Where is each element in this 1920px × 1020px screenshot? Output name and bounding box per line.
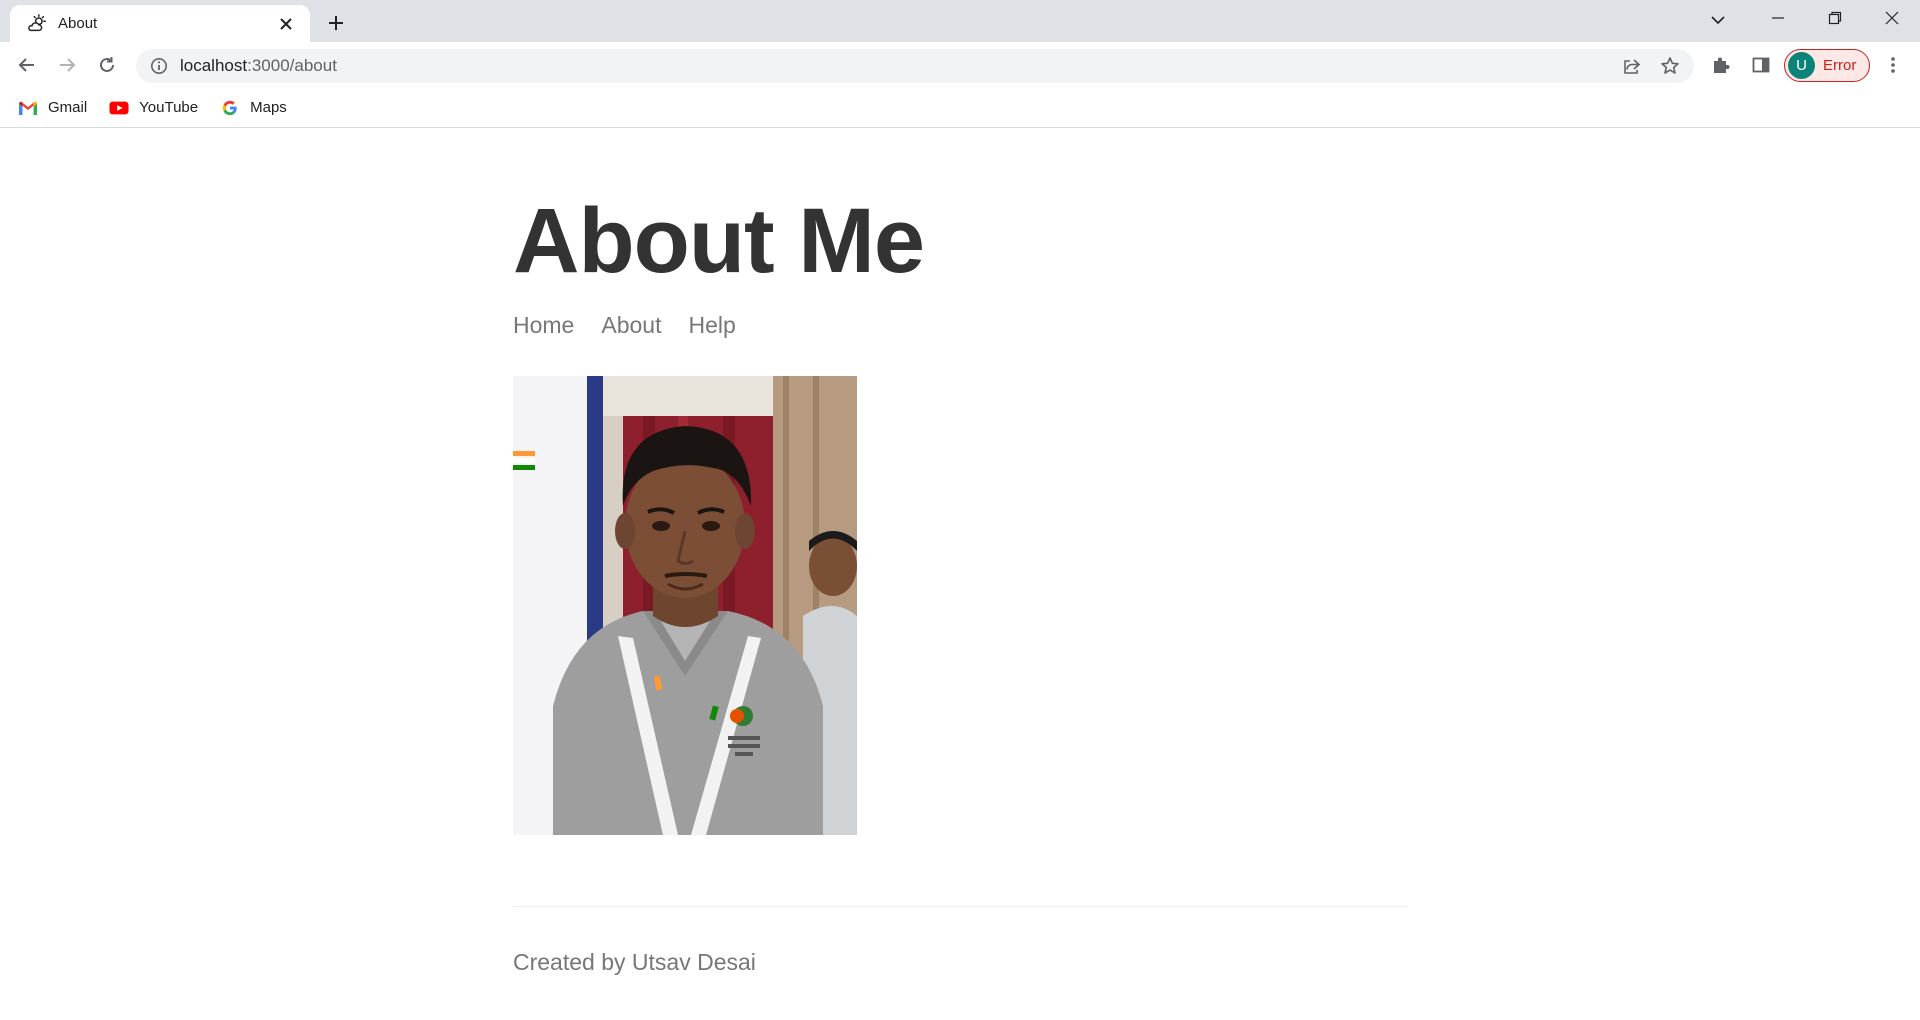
bookmark-label: Maps	[250, 99, 287, 116]
address-bar[interactable]: localhost:3000/about	[136, 49, 1694, 83]
url-path: :3000/about	[247, 56, 337, 75]
close-icon	[1885, 11, 1898, 25]
bookmark-maps[interactable]: Maps	[220, 94, 287, 122]
profile-photo	[513, 376, 857, 835]
tab-strip: About	[0, 0, 1920, 42]
tab-title: About	[58, 15, 98, 32]
profile-photo-illustration	[513, 376, 857, 835]
browser-menu-button[interactable]	[1878, 50, 1908, 80]
restore-button[interactable]	[1806, 0, 1863, 36]
share-icon	[1624, 59, 1641, 74]
site-nav: Home About Help	[513, 312, 763, 339]
footer-divider	[513, 906, 1408, 907]
bookmark-star-button[interactable]	[1656, 52, 1684, 80]
minimize-icon	[1771, 17, 1784, 19]
arrow-right-icon	[60, 58, 76, 72]
url-host: localhost	[180, 56, 248, 75]
browser-toolbar: localhost:3000/about U Error	[0, 42, 1920, 88]
footer-credit: Created by Utsav Desai	[513, 949, 756, 975]
nav-link-about[interactable]: About	[601, 312, 661, 339]
bookmark-label: YouTube	[139, 99, 199, 116]
plus-icon	[329, 16, 343, 30]
tab-about[interactable]: About	[10, 5, 310, 42]
back-button[interactable]	[12, 50, 42, 80]
profile-status-label: Error	[1823, 57, 1857, 74]
url-text[interactable]: localhost:3000/about	[180, 56, 337, 76]
page-title: About Me	[513, 190, 925, 292]
star-icon	[1661, 57, 1679, 74]
info-icon[interactable]	[150, 57, 168, 75]
arrow-left-icon	[18, 58, 34, 72]
extensions-button[interactable]	[1706, 50, 1736, 80]
bookmark-youtube[interactable]: YouTube	[109, 94, 198, 122]
forward-button[interactable]	[52, 50, 82, 80]
kebab-menu-icon	[1891, 57, 1895, 73]
minimize-button[interactable]	[1749, 0, 1806, 36]
window-controls	[1749, 0, 1920, 36]
new-tab-button[interactable]	[322, 9, 350, 37]
close-icon	[280, 17, 292, 30]
gmail-icon	[19, 101, 37, 115]
side-panel-button[interactable]	[1746, 50, 1776, 80]
page-viewport: About Me Home About Help Created by Utsa…	[0, 129, 1920, 1020]
nav-link-home[interactable]: Home	[513, 312, 574, 339]
reload-button[interactable]	[92, 50, 122, 80]
bookmark-label: Gmail	[48, 99, 88, 116]
close-window-button[interactable]	[1863, 0, 1920, 36]
reload-icon	[100, 57, 114, 72]
nav-link-help[interactable]: Help	[688, 312, 735, 339]
bookmarks-bar: Gmail YouTube Maps	[0, 88, 1920, 128]
side-panel-icon	[1752, 57, 1770, 73]
avatar: U	[1788, 52, 1815, 79]
weather-sun-cloud-icon	[28, 13, 46, 31]
bookmark-gmail[interactable]: Gmail	[18, 94, 87, 122]
tab-close-button[interactable]	[274, 12, 298, 36]
profile-error-chip[interactable]: U Error	[1784, 49, 1870, 82]
puzzle-icon	[1714, 57, 1730, 73]
youtube-icon	[109, 101, 129, 114]
google-icon	[222, 100, 237, 115]
restore-icon	[1828, 11, 1841, 25]
share-button[interactable]	[1618, 52, 1646, 80]
tab-search-button[interactable]	[1704, 6, 1732, 34]
chevron-down-icon	[1711, 16, 1725, 25]
